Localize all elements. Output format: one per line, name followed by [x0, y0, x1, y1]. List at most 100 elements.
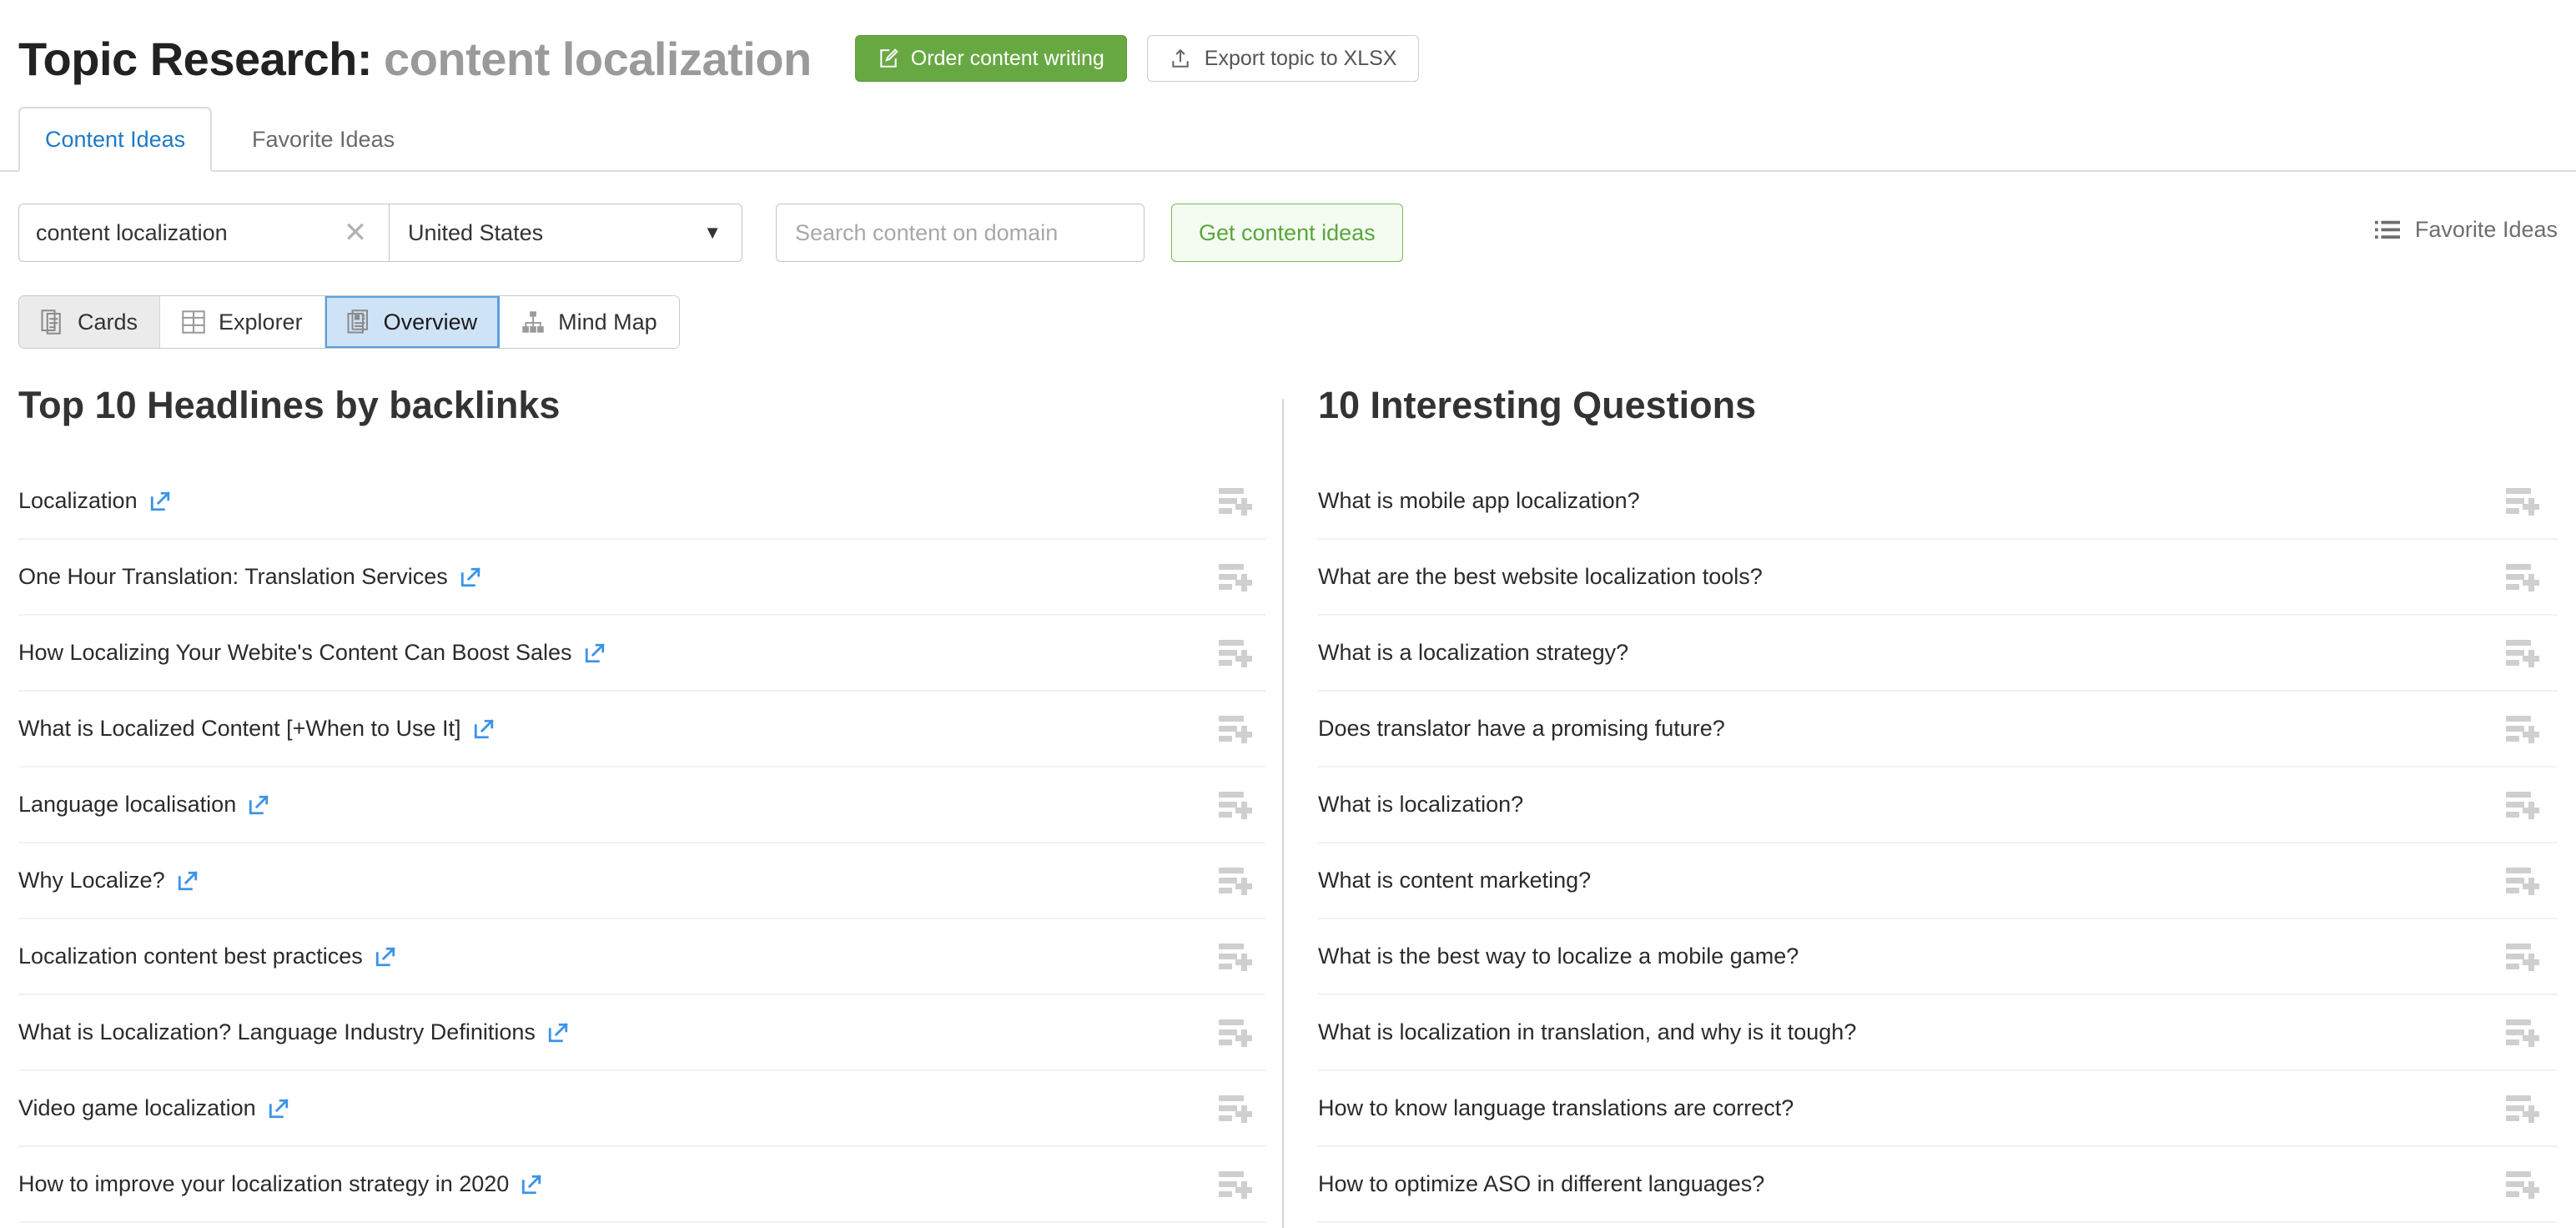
question-text: What is a localization strategy? [1318, 640, 1628, 666]
headline-row[interactable]: One Hour Translation: Translation Servic… [18, 540, 1265, 616]
view-mode-explorer[interactable]: Explorer [160, 296, 325, 348]
cards-icon [41, 310, 64, 335]
external-link-icon[interactable] [547, 1022, 569, 1044]
add-to-list-icon[interactable] [1217, 944, 1250, 970]
headline-text: Video game localization [18, 1095, 289, 1121]
headlines-title: Top 10 Headlines by backlinks [18, 384, 1265, 435]
headline-row[interactable]: Why Localize? [18, 843, 1265, 919]
headline-row[interactable]: What is Localized Content [+When to Use … [18, 692, 1265, 768]
headline-text: Why Localize? [18, 868, 199, 893]
tab-content-ideas-label: Content Ideas [45, 127, 185, 153]
headline-text: Localization content best practices [18, 944, 396, 969]
headline-row[interactable]: Video game localization [18, 1071, 1265, 1147]
question-row[interactable]: What is localization in translation, and… [1318, 995, 2558, 1071]
headline-row[interactable]: Language localisation [18, 768, 1265, 843]
question-row[interactable]: Does translator have a promising future? [1318, 692, 2558, 768]
add-to-list-icon[interactable] [2504, 944, 2538, 970]
external-link-icon[interactable] [268, 1098, 289, 1120]
page-title-topic: content localization [384, 33, 812, 85]
tab-bar: Content Ideas Favorite Ideas [0, 107, 2576, 172]
add-to-list-icon[interactable] [1217, 1171, 1250, 1198]
external-link-icon[interactable] [521, 1174, 542, 1195]
favorite-ideas-link[interactable]: Favorite Ideas [2375, 217, 2558, 243]
order-content-writing-button[interactable]: Order content writing [855, 35, 1127, 82]
keyword-input[interactable] [36, 220, 339, 246]
headline-row[interactable]: How Localizing Your Webite's Content Can… [18, 616, 1265, 692]
country-select[interactable]: United States ▼ [389, 204, 742, 262]
external-link-icon[interactable] [473, 718, 495, 740]
headline-row[interactable]: How to improve your localization strateg… [18, 1147, 1265, 1223]
headline-text: Language localisation [18, 792, 269, 818]
question-row[interactable]: What is content marketing? [1318, 843, 2558, 919]
header-actions: Order content writing Export topic to XL… [855, 35, 1420, 82]
add-to-list-icon[interactable] [2504, 640, 2538, 667]
headlines-column: Top 10 Headlines by backlinks Localizati… [18, 384, 1265, 1223]
question-row[interactable]: What is localization? [1318, 768, 2558, 843]
add-to-list-icon[interactable] [1217, 868, 1250, 894]
add-to-list-icon[interactable] [1217, 1019, 1250, 1046]
tab-favorite-ideas-label: Favorite Ideas [252, 127, 395, 153]
view-mode-cards-label: Cards [78, 310, 138, 335]
get-content-ideas-button[interactable]: Get content ideas [1171, 204, 1403, 262]
headline-row[interactable]: Localization [18, 464, 1265, 540]
add-to-list-icon[interactable] [2504, 1019, 2538, 1046]
external-link-icon[interactable] [177, 870, 199, 892]
question-row[interactable]: What is mobile app localization? [1318, 464, 2558, 540]
question-row[interactable]: How to know language translations are co… [1318, 1071, 2558, 1147]
tab-content-ideas[interactable]: Content Ideas [18, 107, 212, 172]
chevron-down-icon: ▼ [703, 222, 722, 244]
add-to-list-icon[interactable] [2504, 564, 2538, 591]
questions-title: 10 Interesting Questions [1318, 384, 2558, 435]
add-to-list-icon[interactable] [2504, 868, 2538, 894]
view-mode-overview[interactable]: Overview [325, 296, 501, 348]
headline-row[interactable]: What is Localization? Language Industry … [18, 995, 1265, 1071]
question-text: What is localization? [1318, 792, 1523, 818]
questions-column: 10 Interesting Questions What is mobile … [1318, 384, 2558, 1223]
view-mode-overview-label: Overview [384, 310, 478, 335]
external-link-icon[interactable] [584, 642, 606, 664]
add-to-list-icon[interactable] [2504, 792, 2538, 818]
article-icon [347, 310, 370, 335]
question-row[interactable]: What are the best website localization t… [1318, 540, 2558, 616]
add-to-list-icon[interactable] [1217, 488, 1250, 515]
keyword-input-wrapper: ✕ [18, 204, 389, 262]
add-to-list-icon[interactable] [2504, 716, 2538, 742]
question-text: What is the best way to localize a mobil… [1318, 944, 1799, 969]
page-title-prefix: Topic Research: [18, 33, 372, 85]
question-row[interactable]: What is a localization strategy? [1318, 616, 2558, 692]
tab-favorite-ideas[interactable]: Favorite Ideas [227, 107, 420, 172]
domain-search-wrapper [776, 204, 1145, 262]
table-icon [182, 310, 205, 335]
favorite-ideas-link-label: Favorite Ideas [2415, 217, 2558, 243]
add-to-list-icon[interactable] [2504, 488, 2538, 515]
add-to-list-icon[interactable] [2504, 1095, 2538, 1122]
export-xlsx-button[interactable]: Export topic to XLSX [1147, 35, 1420, 82]
add-to-list-icon[interactable] [1217, 1095, 1250, 1122]
add-to-list-icon[interactable] [1217, 564, 1250, 591]
domain-search-input[interactable] [795, 220, 1125, 246]
add-to-list-icon[interactable] [1217, 716, 1250, 742]
view-mode-mindmap[interactable]: Mind Map [500, 296, 679, 348]
external-link-icon[interactable] [248, 794, 269, 816]
close-icon[interactable]: ✕ [339, 216, 372, 249]
question-row[interactable]: What is the best way to localize a mobil… [1318, 919, 2558, 995]
question-text: What is localization in translation, and… [1318, 1019, 1856, 1045]
headline-text: How Localizing Your Webite's Content Can… [18, 640, 606, 666]
headline-row[interactable]: Localization content best practices [18, 919, 1265, 995]
question-row[interactable]: How to optimize ASO in different languag… [1318, 1147, 2558, 1223]
export-xlsx-label: Export topic to XLSX [1205, 47, 1397, 71]
hierarchy-icon [521, 310, 545, 334]
keyword-search-group: ✕ United States ▼ [18, 204, 742, 262]
questions-list: What is mobile app localization?What are… [1318, 464, 2558, 1223]
view-mode-cards[interactable]: Cards [19, 296, 160, 348]
edit-document-icon [878, 47, 899, 70]
add-to-list-icon[interactable] [1217, 640, 1250, 667]
external-link-icon[interactable] [375, 946, 396, 968]
question-text: How to know language translations are co… [1318, 1095, 1794, 1121]
add-to-list-icon[interactable] [1217, 792, 1250, 818]
external-link-icon[interactable] [149, 491, 171, 512]
list-icon [2375, 219, 2400, 241]
upload-icon [1170, 47, 1191, 70]
add-to-list-icon[interactable] [2504, 1171, 2538, 1198]
external-link-icon[interactable] [460, 566, 481, 588]
